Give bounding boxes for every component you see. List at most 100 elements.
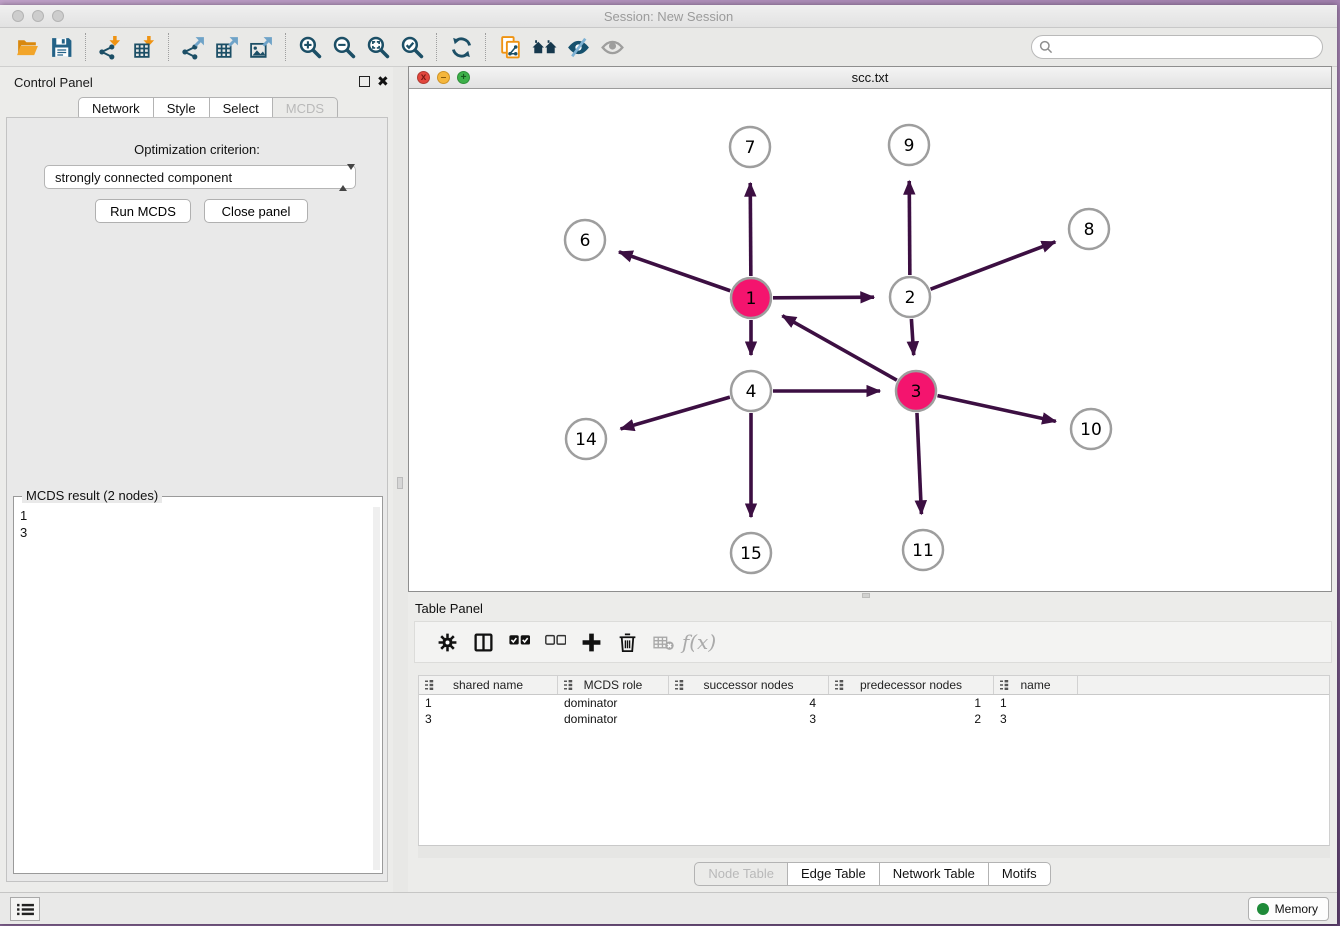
graph-edge-2-8[interactable] (931, 242, 1056, 289)
task-history-button[interactable] (10, 897, 40, 921)
import-network-icon[interactable] (93, 32, 127, 62)
zoom-selected-icon[interactable] (395, 32, 429, 62)
graph-edge-1-6[interactable] (619, 252, 730, 291)
tab-edge-table[interactable]: Edge Table (787, 862, 880, 886)
tab-motifs[interactable]: Motifs (988, 862, 1051, 886)
graph-edge-3-1[interactable] (782, 316, 896, 381)
svg-text:11: 11 (912, 541, 934, 561)
column-header-MCDS-role[interactable]: MCDS role (558, 676, 669, 694)
hide-selected-icon[interactable] (561, 32, 595, 62)
graph-node-4[interactable]: 4 (731, 371, 771, 411)
column-header-shared-name[interactable]: shared name (419, 676, 558, 694)
graph-node-15[interactable]: 15 (731, 533, 771, 573)
result-scrollbar[interactable] (373, 507, 380, 870)
network-window-titlebar: x–+ scc.txt (409, 67, 1331, 89)
graph-node-7[interactable]: 7 (730, 127, 770, 167)
column-header-predecessor-nodes[interactable]: predecessor nodes (829, 676, 994, 694)
cell-shared-name[interactable]: 1 (419, 695, 558, 711)
mcds-result-group: MCDS result (2 nodes) 1 3 (13, 496, 383, 874)
cell-successor-nodes[interactable]: 4 (669, 695, 829, 711)
delete-row-icon[interactable] (609, 627, 645, 657)
graph-node-8[interactable]: 8 (1069, 209, 1109, 249)
control-panel-float-icon[interactable] (359, 76, 370, 87)
network-canvas[interactable]: 7 9 6 8 1 2 4 3 14 10 15 11 (409, 89, 1331, 591)
svg-text:14: 14 (575, 430, 597, 450)
save-session-icon[interactable] (44, 32, 78, 62)
graph-edge-2-9[interactable] (909, 181, 910, 275)
graph-node-11[interactable]: 11 (903, 530, 943, 570)
control-panel-close-icon[interactable]: ✖ (377, 74, 389, 88)
cell-predecessor-nodes[interactable]: 2 (829, 711, 994, 727)
column-header-successor-nodes[interactable]: successor nodes (669, 676, 829, 694)
graph-edge-3-11[interactable] (917, 413, 921, 514)
graph-node-2[interactable]: 2 (890, 277, 930, 317)
tab-node-table[interactable]: Node Table (694, 862, 788, 886)
export-network-icon[interactable] (176, 32, 210, 62)
table-row[interactable]: 1dominator411 (419, 695, 1329, 711)
toolbar-separator (168, 33, 169, 61)
graph-edge-4-14[interactable] (621, 397, 730, 429)
divider-grip[interactable] (397, 477, 403, 489)
graph-edge-1-7[interactable] (750, 183, 751, 276)
control-panel-title: Control Panel (14, 75, 93, 90)
zoom-fit-icon[interactable] (361, 32, 395, 62)
svg-text:3: 3 (911, 382, 922, 402)
svg-text:15: 15 (740, 544, 762, 564)
graph-node-6[interactable]: 6 (565, 220, 605, 260)
network-window-title: scc.txt (409, 70, 1331, 85)
refresh-layout-icon[interactable] (444, 32, 478, 62)
graph-node-14[interactable]: 14 (566, 419, 606, 459)
table-row[interactable]: 3dominator323 (419, 711, 1329, 727)
columns-icon[interactable] (465, 627, 501, 657)
cell-name[interactable]: 1 (994, 695, 1078, 711)
node-table: shared nameMCDS rolesuccessor nodesprede… (418, 675, 1330, 846)
zoom-in-icon[interactable] (293, 32, 327, 62)
select-stepper-icon (339, 170, 348, 185)
graph-node-10[interactable]: 10 (1071, 409, 1111, 449)
import-table-icon[interactable] (127, 32, 161, 62)
export-image-icon[interactable] (244, 32, 278, 62)
settings-icon[interactable] (429, 627, 465, 657)
graph-edge-3-10[interactable] (937, 396, 1055, 422)
cell-successor-nodes[interactable]: 3 (669, 711, 829, 727)
svg-text:6: 6 (580, 231, 591, 251)
graph-node-3[interactable]: 3 (896, 371, 936, 411)
node-table-header: shared nameMCDS rolesuccessor nodesprede… (419, 676, 1329, 695)
graph-edge-1-2[interactable] (773, 297, 874, 298)
duplicate-network-icon[interactable] (493, 32, 527, 62)
table-scroll-strip[interactable] (418, 846, 1330, 858)
optimization-criterion-select[interactable]: strongly connected component (44, 165, 356, 189)
cell-MCDS-role[interactable]: dominator (558, 711, 669, 727)
cell-name[interactable]: 3 (994, 711, 1078, 727)
add-row-icon[interactable] (573, 627, 609, 657)
close-panel-button[interactable]: Close panel (204, 199, 308, 223)
graph-node-1[interactable]: 1 (731, 278, 771, 318)
graph-edge-2-3[interactable] (911, 319, 913, 355)
show-all-icon[interactable] (595, 32, 629, 62)
memory-button[interactable]: Memory (1248, 897, 1329, 921)
open-session-icon[interactable] (10, 32, 44, 62)
deselect-all-icon[interactable] (537, 627, 573, 657)
toolbar-separator (85, 33, 86, 61)
svg-text:2: 2 (905, 288, 916, 308)
mcds-result-text[interactable]: 1 3 (16, 505, 370, 871)
svg-text:10: 10 (1080, 420, 1102, 440)
vertical-split-divider[interactable] (393, 67, 408, 892)
tab-network-table[interactable]: Network Table (879, 862, 989, 886)
select-all-icon[interactable] (501, 627, 537, 657)
memory-label: Memory (1275, 902, 1318, 916)
cell-shared-name[interactable]: 3 (419, 711, 558, 727)
search-input[interactable] (1031, 35, 1323, 59)
zoom-out-icon[interactable] (327, 32, 361, 62)
column-header-name[interactable]: name (994, 676, 1078, 694)
cell-MCDS-role[interactable]: dominator (558, 695, 669, 711)
cell-predecessor-nodes[interactable]: 1 (829, 695, 994, 711)
mcds-panel-body: Optimization criterion: strongly connect… (6, 117, 388, 882)
export-table-icon[interactable] (210, 32, 244, 62)
svg-text:1: 1 (746, 289, 757, 309)
first-neighbors-icon[interactable] (527, 32, 561, 62)
optimization-criterion-label: Optimization criterion: (7, 142, 387, 157)
network-window: x–+ scc.txt 7 9 6 8 1 2 4 3 14 10 15 11 (408, 66, 1332, 592)
graph-node-9[interactable]: 9 (889, 125, 929, 165)
run-mcds-button[interactable]: Run MCDS (95, 199, 191, 223)
